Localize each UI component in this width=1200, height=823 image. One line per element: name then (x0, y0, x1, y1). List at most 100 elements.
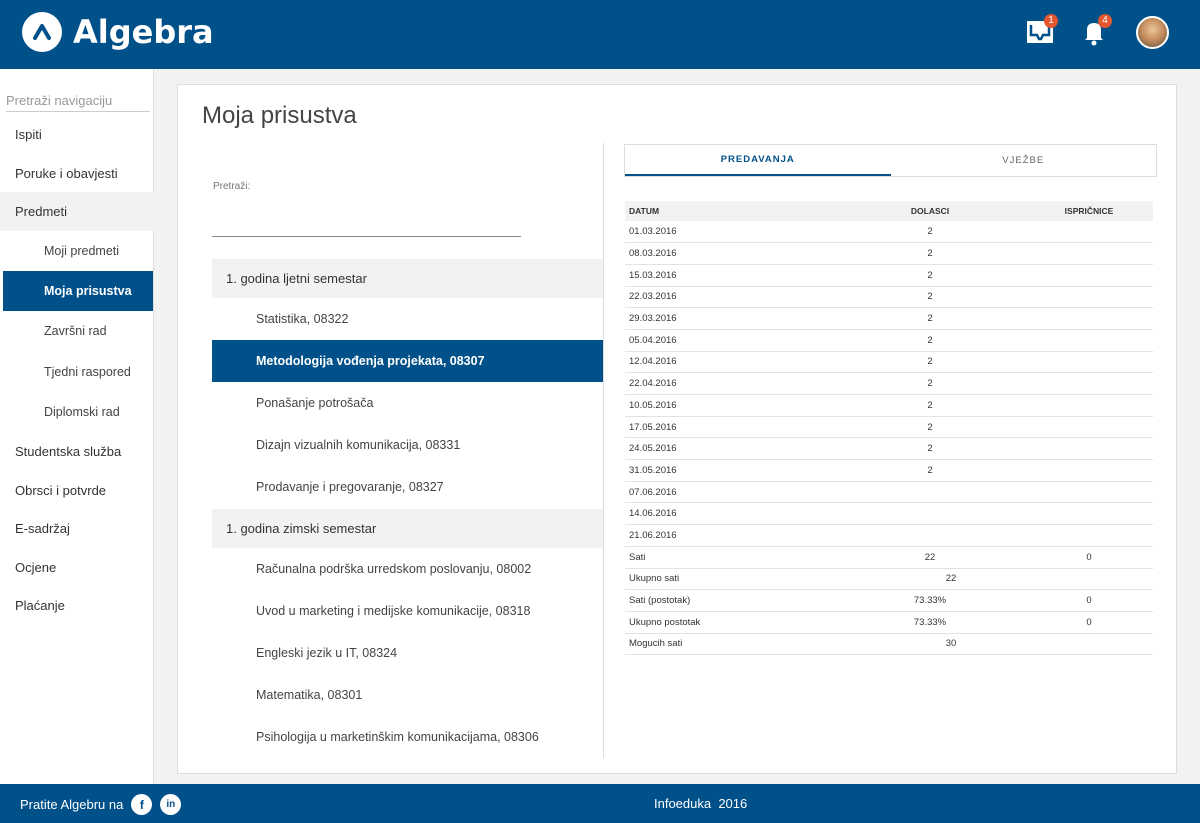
cell-date: 24.05.2016 (625, 437, 835, 461)
summary-row: Sati (postotak) 73.33% 0 (625, 589, 1153, 612)
nav-item-label: E-sadržaj (15, 520, 70, 536)
nav-item-label: Obrsci i potvrde (15, 482, 107, 498)
table-row: 07.06.2016 (625, 481, 1153, 504)
table-row: 21.06.2016 (625, 524, 1153, 547)
summary-row: Sati 22 0 (625, 546, 1153, 569)
nav-item-studentska-sluzba[interactable]: Studentska služba (0, 432, 154, 470)
cell-date: 05.04.2016 (625, 329, 835, 352)
cell-ispricnice (1021, 307, 1153, 330)
brand-logo[interactable]: Algebra (22, 12, 214, 52)
course-item[interactable]: Matematika, 08301 (212, 674, 603, 716)
table-row: 24.05.2016 2 (625, 437, 1153, 461)
cell-ispricnice (1021, 221, 1153, 244)
nav-item-predmeti[interactable]: Predmeti (0, 192, 154, 231)
cell-ispricnice (1021, 459, 1153, 482)
notifications-badge: 4 (1098, 14, 1112, 28)
summary-label: Sati (625, 546, 835, 569)
cell-ispricnice (1021, 481, 1153, 504)
course-search-input[interactable] (212, 221, 521, 237)
summary-dolasci: 73.33% (835, 611, 1021, 634)
nav-item-ispiti[interactable]: Ispiti (0, 115, 154, 153)
notifications-button[interactable]: 4 (1079, 14, 1112, 47)
summary-label: Ukupno postotak (625, 611, 835, 634)
cell-ispricnice (1021, 394, 1153, 417)
cell-ispricnice (1021, 372, 1153, 395)
course-item[interactable]: Engleski jezik u IT, 08324 (212, 632, 603, 674)
sidebar: Ispiti Poruke i obavjesti Predmeti Moji … (0, 69, 154, 784)
nav-item-label: Moja prisustva (44, 284, 132, 298)
course-item[interactable]: Prodavanje i pregovaranje, 08327 (212, 466, 603, 508)
cell-date: 08.03.2016 (625, 242, 835, 265)
page-title: Moja prisustva (202, 102, 357, 129)
linkedin-icon[interactable]: in (160, 794, 182, 815)
follow-text: Pratite Algebru na (20, 797, 124, 812)
summary-label: Ukupno sati (625, 568, 835, 591)
cell-dolasci: 2 (835, 372, 1021, 395)
table-row: 05.04.2016 2 (625, 329, 1153, 352)
nav-item-zavrsni-rad[interactable]: Završni rad (0, 311, 154, 351)
cell-date: 29.03.2016 (625, 307, 835, 330)
nav-item-e-sadrzaj[interactable]: E-sadržaj (0, 509, 154, 547)
table-row: 31.05.2016 2 (625, 459, 1153, 482)
course-item[interactable]: Psihologija u marketinškim komunikacijam… (212, 716, 603, 758)
semester-header: 1. godina ljetni semestar (212, 259, 603, 298)
nav-item-placanje[interactable]: Plaćanje (0, 586, 154, 624)
cell-ispricnice (1021, 286, 1153, 309)
cell-ispricnice (1021, 329, 1153, 352)
nav-item-label: Predmeti (15, 204, 68, 219)
nav-item-poruke[interactable]: Poruke i obavjesti (0, 154, 154, 192)
cell-ispricnice (1021, 264, 1153, 287)
attendance-table: DATUM DOLASCI ISPRIČNICE 01.03.2016 2 08.… (625, 201, 1153, 656)
cell-dolasci: 2 (835, 264, 1021, 287)
tab-vjezbe[interactable]: VJEŽBE (891, 145, 1157, 176)
tab-predavanja[interactable]: PREDAVANJA (625, 145, 891, 176)
cell-dolasci: 2 (835, 459, 1021, 482)
cell-date: 10.05.2016 (625, 394, 835, 417)
navigation-search-input[interactable] (6, 90, 150, 112)
nav-item-label: Diplomski rad (44, 405, 120, 419)
nav-item-obrasci[interactable]: Obrsci i potvrde (0, 471, 154, 509)
cell-dolasci: 2 (835, 221, 1021, 244)
cell-date: 12.04.2016 (625, 351, 835, 374)
nav-item-label: Ispiti (15, 126, 42, 142)
nav-item-ocjene[interactable]: Ocjene (0, 548, 154, 586)
summary-row: Mogucih sati 30 (625, 633, 1153, 656)
cell-date: 01.03.2016 (625, 221, 835, 244)
course-item[interactable]: Statistika, 08322 (212, 298, 603, 340)
cell-ispricnice (1021, 502, 1153, 526)
nav-item-label: Završni rad (44, 324, 107, 338)
nav-item-moji-predmeti[interactable]: Moji predmeti (0, 231, 154, 271)
inbox-badge: 1 (1044, 14, 1058, 28)
course-item[interactable]: Ponašanje potrošača (212, 382, 603, 424)
cell-date: 17.05.2016 (625, 416, 835, 439)
course-item[interactable]: Računalna podrška urredskom poslovanju, … (212, 548, 603, 590)
table-row: 08.03.2016 2 (625, 242, 1153, 265)
table-row: 17.05.2016 2 (625, 416, 1153, 439)
course-item[interactable]: Dizajn vizualnih komunikacija, 08331 (212, 424, 603, 466)
course-item[interactable]: Uvod u marketing i medijske komunikacije… (212, 590, 603, 632)
cell-dolasci (835, 481, 1021, 504)
cell-dolasci: 2 (835, 329, 1021, 352)
semester-header: 1. godina zimski semestar (212, 509, 603, 548)
logo-mark-icon (22, 12, 62, 52)
cell-dolasci: 2 (835, 416, 1021, 439)
summary-ispricnice: 0 (1021, 611, 1153, 634)
nav-item-moja-prisustva[interactable]: Moja prisustva (3, 271, 153, 311)
cell-date: 22.03.2016 (625, 286, 835, 309)
cell-date: 07.06.2016 (625, 481, 835, 504)
table-row: 10.05.2016 2 (625, 394, 1153, 417)
nav-item-diplomski-rad[interactable]: Diplomski rad (0, 392, 154, 432)
cell-ispricnice (1021, 437, 1153, 461)
nav-item-label: Poruke i obavjesti (15, 165, 118, 181)
cell-date: 22.04.2016 (625, 372, 835, 395)
summary-row: Ukupno postotak 73.33% 0 (625, 611, 1153, 634)
cell-dolasci: 2 (835, 242, 1021, 265)
table-row: 15.03.2016 2 (625, 264, 1153, 287)
inbox-button[interactable]: 1 (1025, 14, 1058, 47)
facebook-icon[interactable]: f (131, 794, 153, 815)
user-avatar[interactable] (1136, 16, 1169, 49)
table-row: 22.03.2016 2 (625, 286, 1153, 309)
course-item-selected[interactable]: Metodologija vođenja projekata, 08307 (212, 340, 603, 382)
nav-item-tjedni-raspored[interactable]: Tjedni raspored (0, 351, 154, 392)
summary-row: Ukupno sati 22 (625, 568, 1153, 591)
